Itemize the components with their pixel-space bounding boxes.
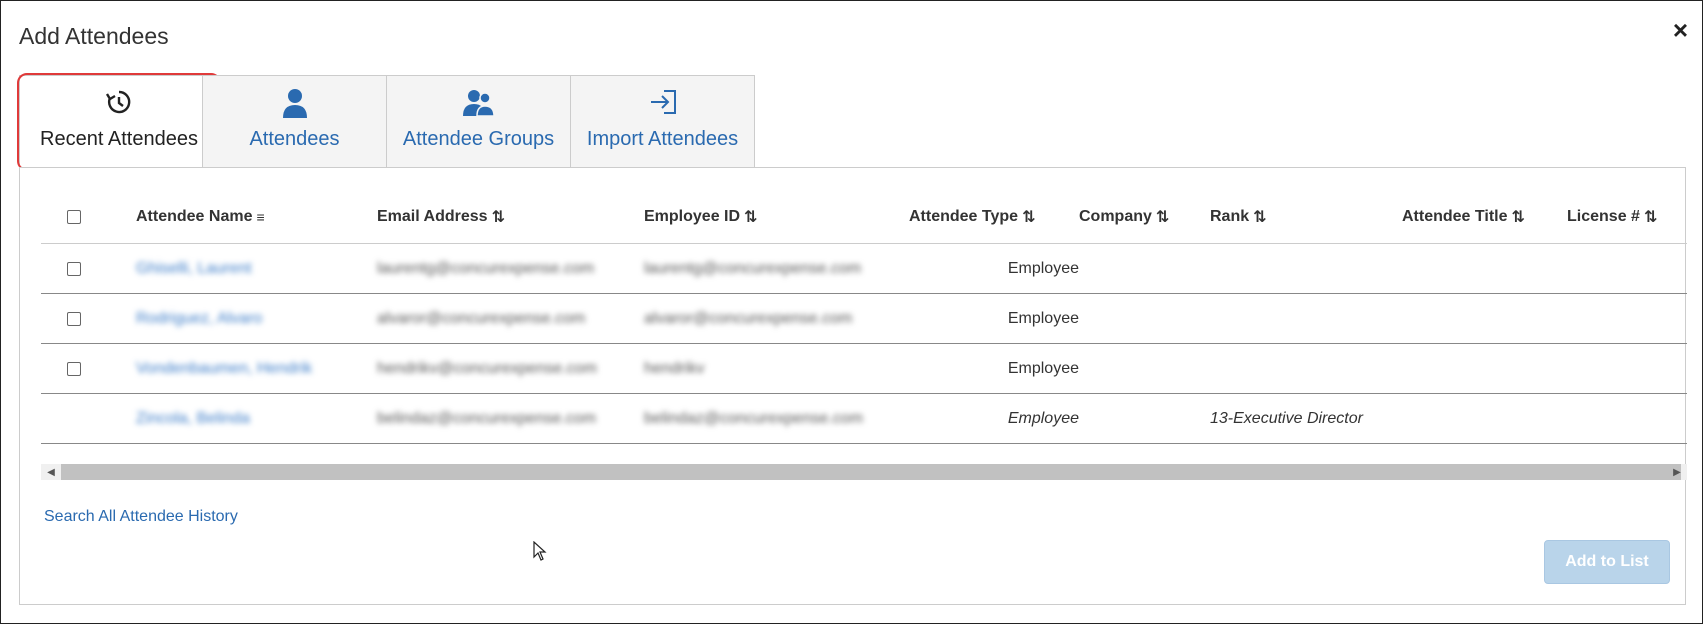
dialog-title: Add Attendees bbox=[19, 23, 169, 49]
attendee-type-cell: Employee bbox=[1007, 259, 1079, 277]
tab-attendees[interactable]: Attendees bbox=[202, 75, 387, 167]
row-checkbox[interactable] bbox=[67, 261, 81, 276]
close-button[interactable]: × bbox=[1673, 17, 1688, 43]
table-row: Rodriguez, Alvaro alvaror@concurexpense.… bbox=[41, 294, 1687, 344]
select-all-checkbox[interactable] bbox=[67, 209, 81, 224]
tab-label: Attendees bbox=[249, 128, 340, 150]
scroll-right-icon[interactable]: ▶ bbox=[1669, 464, 1685, 480]
table-row: Zincola, Belinda belindaz@concurexpense.… bbox=[41, 394, 1687, 444]
column-header-company[interactable]: Company ⇅ bbox=[1079, 190, 1199, 243]
column-header-license[interactable]: License # ⇅ bbox=[1567, 190, 1687, 243]
recent-attendees-panel: Attendee Name ≡ Email Address ⇅ Employee… bbox=[19, 167, 1687, 605]
column-header-email[interactable]: Email Address ⇅ bbox=[377, 190, 627, 243]
attendee-type-cell: Employee bbox=[1007, 409, 1079, 427]
tab-label: Attendee Groups bbox=[402, 128, 555, 150]
sort-icon: ⇅ bbox=[491, 208, 505, 226]
sort-asc-icon: ≡ bbox=[256, 208, 265, 225]
table-row: Ghiselli, Laurent laurentg@concurexpense… bbox=[41, 244, 1687, 294]
attendee-name-link[interactable]: Ghiselli, Laurent bbox=[136, 244, 366, 293]
table-header: Attendee Name ≡ Email Address ⇅ Employee… bbox=[41, 190, 1687, 244]
email-cell: alvaror@concurexpense.com bbox=[377, 309, 586, 327]
tab-label: Recent Attendees bbox=[40, 128, 198, 150]
history-icon bbox=[105, 90, 131, 114]
employee-id-cell: laurentg@concurexpense.com bbox=[644, 259, 862, 277]
sort-icon: ⇅ bbox=[1253, 208, 1267, 226]
column-header-title[interactable]: Attendee Title ⇅ bbox=[1402, 190, 1562, 243]
person-icon bbox=[282, 89, 307, 118]
column-header-type[interactable]: Attendee Type ⇅ bbox=[909, 190, 1079, 243]
employee-id-cell: belindaz@concurexpense.com bbox=[644, 409, 864, 427]
group-icon bbox=[462, 90, 495, 117]
sort-icon: ⇅ bbox=[1022, 208, 1036, 226]
add-attendees-dialog: Add Attendees × Recent Attendees Attende… bbox=[0, 0, 1703, 624]
mouse-cursor-icon bbox=[533, 541, 547, 561]
row-checkbox[interactable] bbox=[67, 361, 81, 376]
rank-cell: 13-Executive Director bbox=[1210, 409, 1363, 427]
column-header-employee-id[interactable]: Employee ID ⇅ bbox=[644, 190, 894, 243]
tab-import-attendees[interactable]: Import Attendees bbox=[570, 75, 755, 167]
tab-attendee-groups[interactable]: Attendee Groups bbox=[386, 75, 571, 167]
attendee-type-cell: Employee bbox=[1007, 309, 1079, 327]
attendee-type-cell: Employee bbox=[1007, 359, 1079, 377]
email-cell: belindaz@concurexpense.com bbox=[377, 409, 597, 427]
table-row: Vondenbaumen, Hendrik hendrikv@concurexp… bbox=[41, 344, 1687, 394]
tab-label: Import Attendees bbox=[586, 128, 739, 150]
horizontal-scrollbar[interactable]: ◀ ▶ bbox=[41, 464, 1687, 480]
select-all-cell bbox=[67, 190, 87, 243]
employee-id-cell: hendrikv bbox=[644, 359, 705, 377]
sort-icon: ⇅ bbox=[1155, 208, 1170, 226]
attendee-table: Attendee Name ≡ Email Address ⇅ Employee… bbox=[41, 190, 1687, 444]
attendee-name-link[interactable]: Rodriguez, Alvaro bbox=[136, 294, 366, 343]
column-header-name[interactable]: Attendee Name ≡ bbox=[136, 190, 366, 243]
employee-id-cell: alvaror@concurexpense.com bbox=[644, 309, 853, 327]
search-all-history-link[interactable]: Search All Attendee History bbox=[44, 508, 238, 526]
attendee-name-link[interactable]: Vondenbaumen, Hendrik bbox=[136, 344, 366, 393]
sort-icon: ⇅ bbox=[744, 208, 758, 226]
sort-icon: ⇅ bbox=[1511, 208, 1525, 226]
add-to-list-button[interactable]: Add to List bbox=[1544, 540, 1670, 584]
email-cell: hendrikv@concurexpense.com bbox=[377, 359, 597, 377]
row-checkbox[interactable] bbox=[67, 311, 81, 326]
attendee-name-link[interactable]: Zincola, Belinda bbox=[136, 394, 366, 443]
scroll-thumb[interactable] bbox=[61, 464, 1681, 480]
column-header-rank[interactable]: Rank ⇅ bbox=[1210, 190, 1410, 243]
sort-icon: ⇅ bbox=[1643, 208, 1658, 226]
import-icon bbox=[650, 90, 676, 114]
scroll-left-icon[interactable]: ◀ bbox=[43, 464, 59, 480]
tab-recent-attendees[interactable]: Recent Attendees bbox=[19, 75, 219, 167]
email-cell: laurentg@concurexpense.com bbox=[377, 259, 595, 277]
